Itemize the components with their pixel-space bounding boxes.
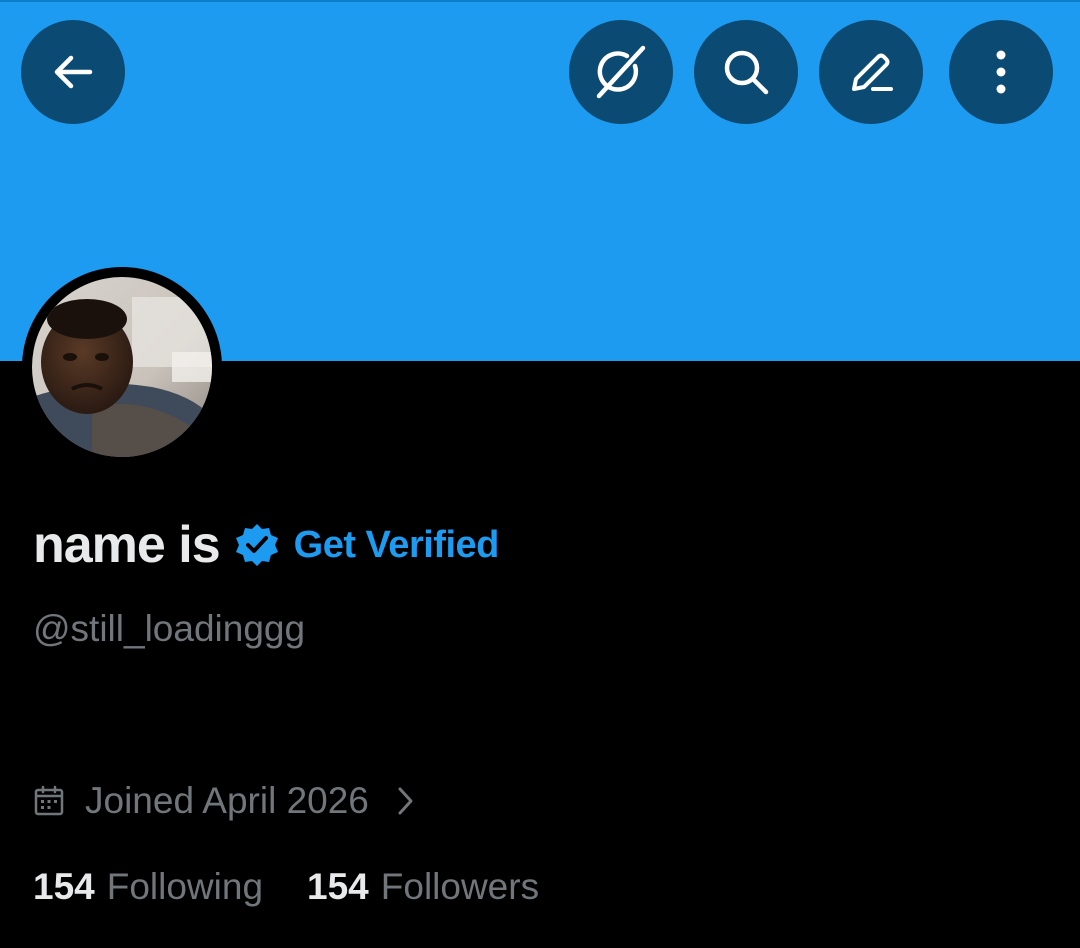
more-options-button[interactable] bbox=[949, 20, 1053, 124]
pencil-icon bbox=[852, 53, 893, 91]
back-button[interactable] bbox=[21, 20, 125, 124]
followers-count: 154 bbox=[307, 866, 369, 907]
search-button[interactable] bbox=[694, 20, 798, 124]
verified-badge-icon[interactable] bbox=[234, 522, 280, 568]
edit-button[interactable] bbox=[819, 20, 923, 124]
followers-label: Followers bbox=[380, 866, 540, 907]
calendar-icon bbox=[34, 785, 64, 816]
grok-button[interactable] bbox=[569, 20, 673, 124]
avatar[interactable] bbox=[22, 267, 222, 467]
chevron-right-icon bbox=[398, 787, 413, 815]
more-vertical-icon bbox=[996, 50, 1006, 94]
display-name: name is bbox=[33, 516, 221, 574]
follow-stats: 154 Following 154 Followers bbox=[33, 862, 583, 912]
following-label: Following bbox=[106, 866, 264, 907]
name-row: name is Get Verified bbox=[33, 510, 499, 580]
grok-icon bbox=[596, 45, 646, 99]
avatar-photo bbox=[32, 277, 212, 457]
followers-stat[interactable]: 154 Followers bbox=[307, 866, 539, 908]
search-icon bbox=[724, 50, 769, 95]
arrow-left-icon bbox=[54, 55, 93, 89]
profile-screen: name is Get Verified @still_loadinggg Jo… bbox=[0, 0, 1080, 948]
get-verified-link[interactable]: Get Verified bbox=[294, 524, 500, 567]
joined-date-row[interactable]: Joined April 2026 bbox=[33, 776, 415, 826]
joined-date: Joined April 2026 bbox=[85, 780, 369, 821]
handle: @still_loadinggg bbox=[33, 608, 306, 649]
following-stat[interactable]: 154 Following bbox=[33, 866, 263, 908]
following-count: 154 bbox=[33, 866, 95, 907]
